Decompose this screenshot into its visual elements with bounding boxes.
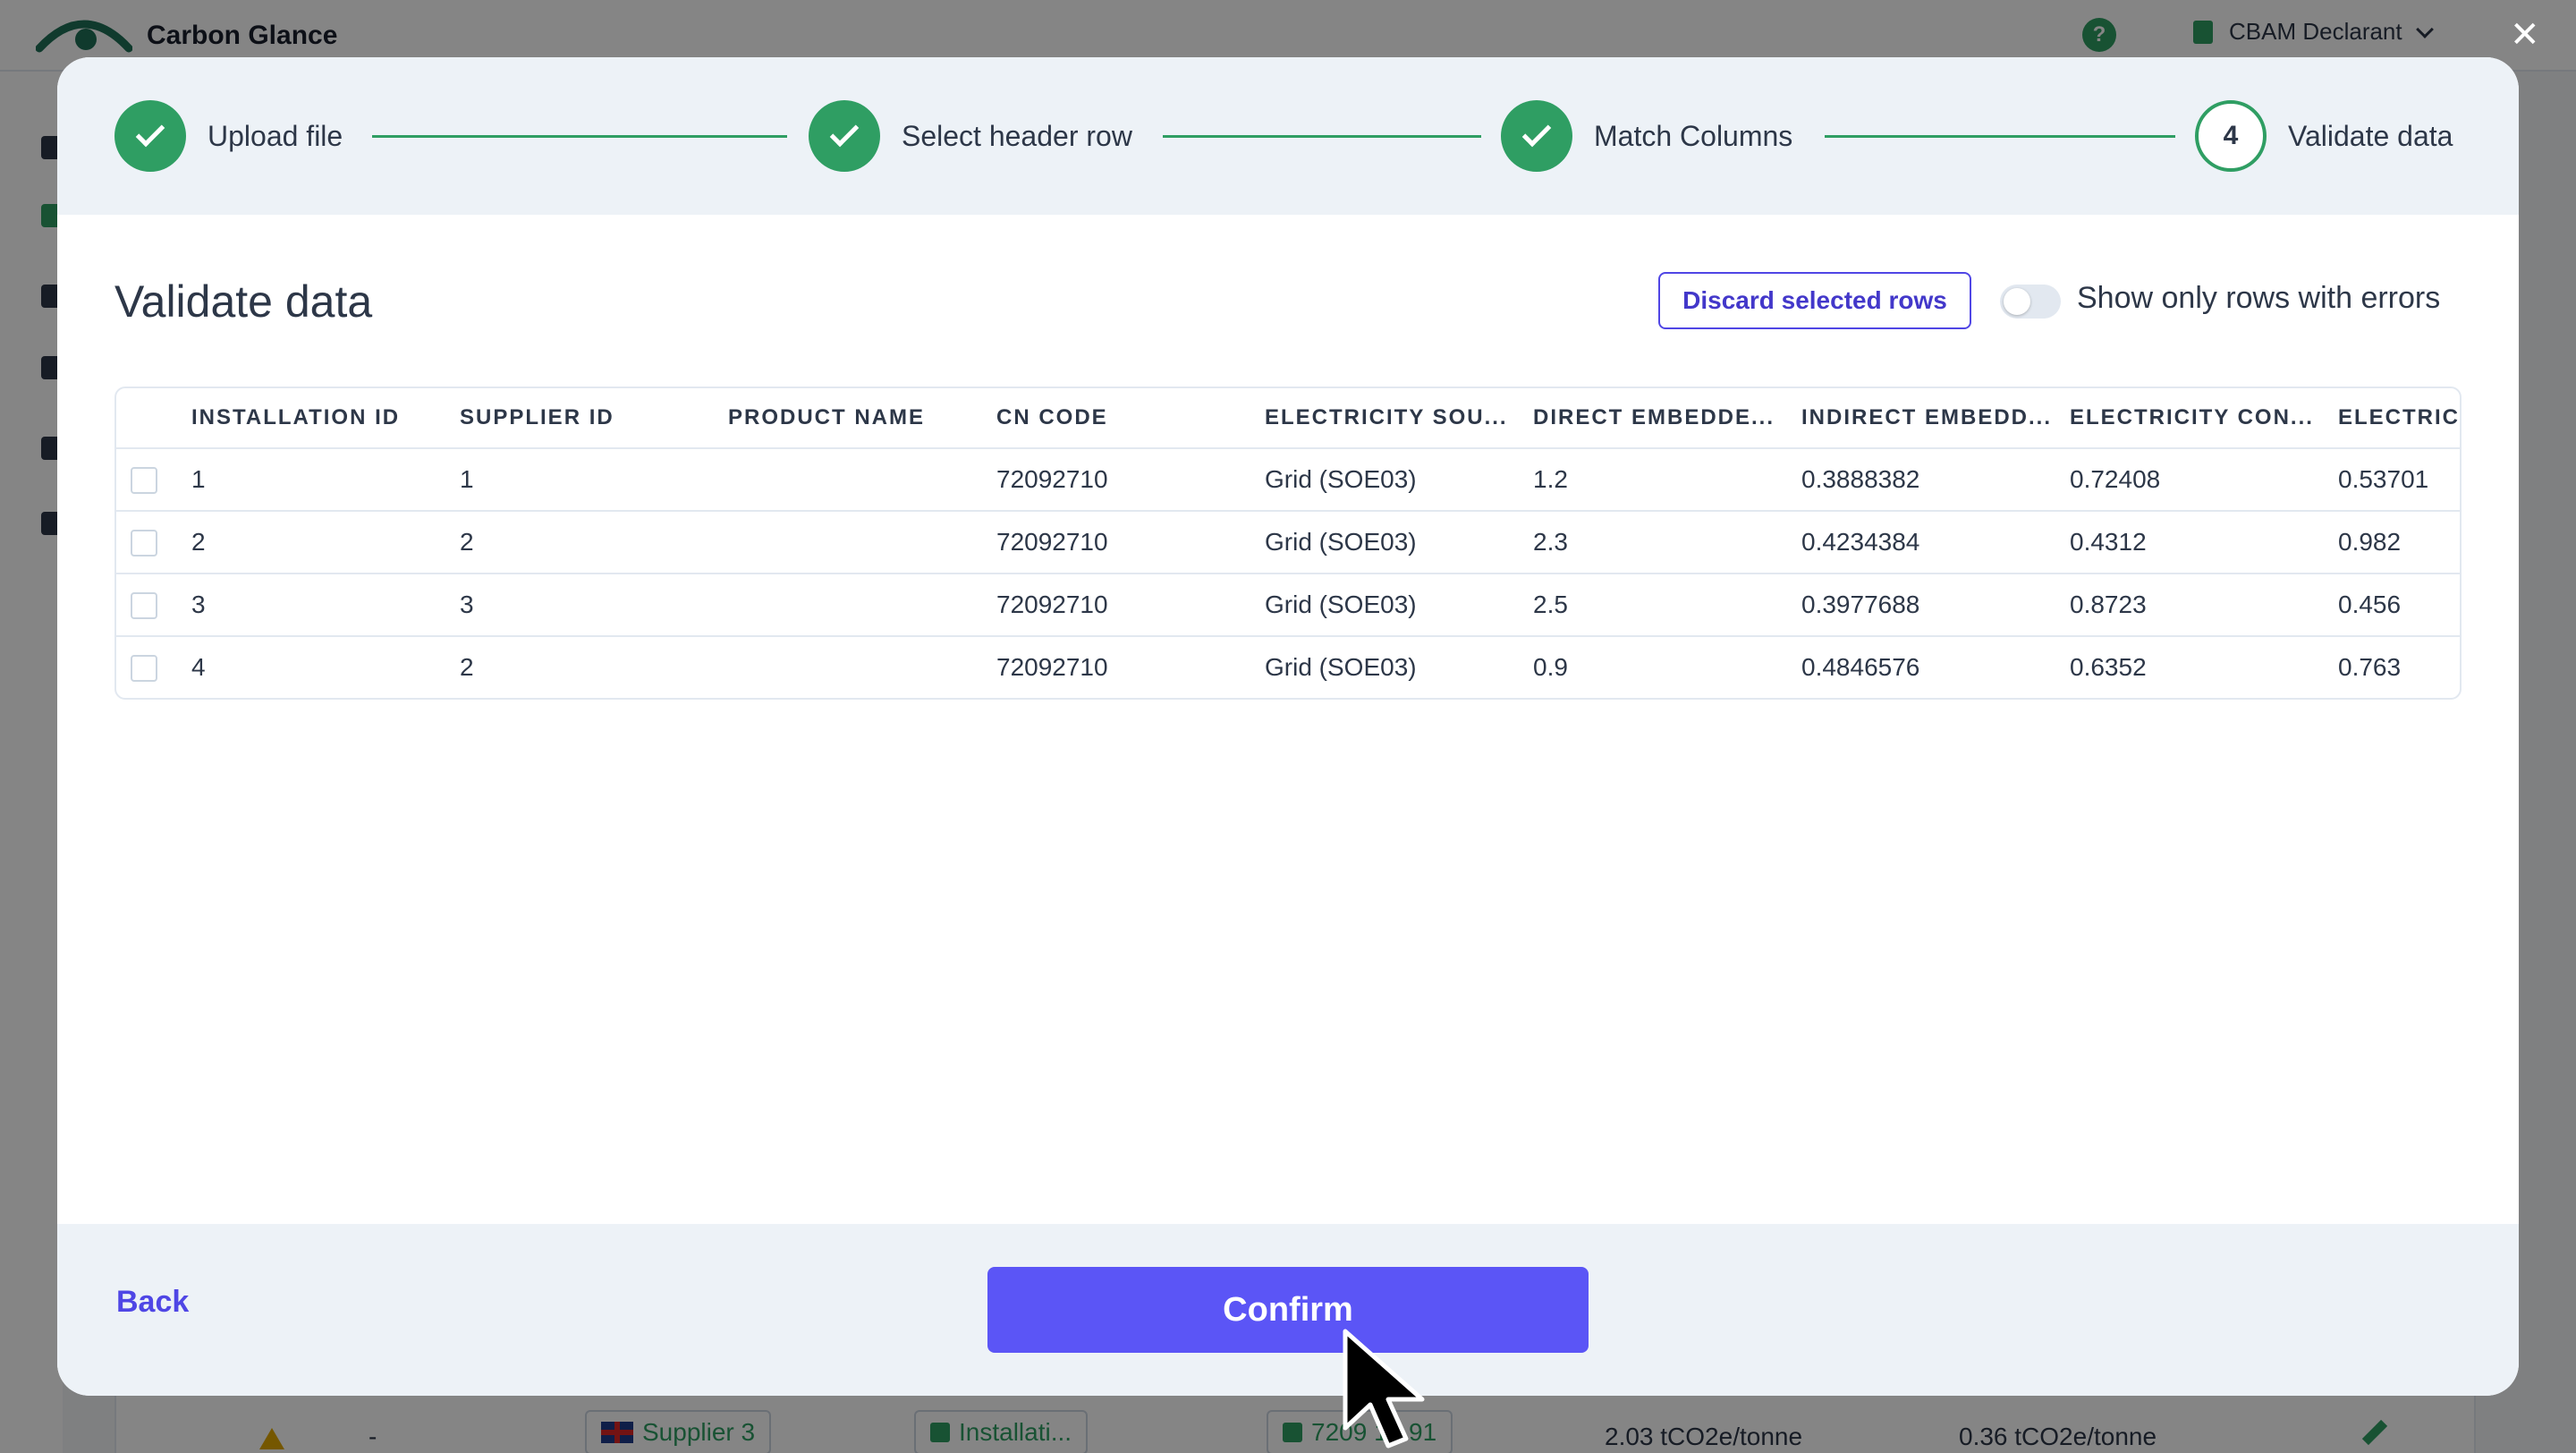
cell-indirect-embedded[interactable]: 0.3977688	[1801, 574, 2061, 635]
cell-electricity[interactable]: 0.982	[2338, 512, 2460, 573]
check-icon	[829, 117, 860, 148]
cell-installation-id[interactable]: 4	[191, 637, 451, 698]
row-checkbox[interactable]	[131, 530, 157, 557]
step-complete-indicator	[114, 100, 186, 172]
cell-indirect-embedded[interactable]: 0.4234384	[1801, 512, 2061, 573]
cell-cn-code[interactable]: 72092710	[996, 512, 1256, 573]
step-upload-file: Upload file	[114, 100, 343, 172]
step-connector	[372, 135, 787, 138]
cell-electricity[interactable]: 0.763	[2338, 637, 2460, 698]
step-validate-data: 4 Validate data	[2195, 100, 2453, 172]
confirm-button[interactable]: Confirm	[987, 1267, 1589, 1353]
step-connector	[1163, 135, 1481, 138]
stepper: Upload file Select header row Match Colu…	[57, 57, 2519, 215]
cell-cn-code[interactable]: 72092710	[996, 449, 1256, 510]
step-number-indicator: 4	[2195, 100, 2267, 172]
cell-installation-id[interactable]: 1	[191, 449, 451, 510]
mouse-cursor-icon	[1343, 1329, 1425, 1449]
cell-product-name[interactable]	[728, 449, 987, 510]
cell-electricity-consumption[interactable]: 0.8723	[2070, 574, 2329, 635]
row-checkbox[interactable]	[131, 655, 157, 682]
cell-electricity-consumption[interactable]: 0.6352	[2070, 637, 2329, 698]
cell-installation-id[interactable]: 2	[191, 512, 451, 573]
cell-electricity-consumption[interactable]: 0.72408	[2070, 449, 2329, 510]
cell-supplier-id[interactable]: 1	[460, 449, 719, 510]
close-icon[interactable]: ✕	[2510, 13, 2540, 57]
row-checkbox[interactable]	[131, 467, 157, 494]
cell-electricity-consumption[interactable]: 0.4312	[2070, 512, 2329, 573]
back-button[interactable]: Back	[116, 1285, 189, 1320]
modal-footer: Back Confirm	[57, 1224, 2519, 1396]
cell-direct-embedded[interactable]: 2.5	[1533, 574, 1792, 635]
errors-only-toggle-label: Show only rows with errors	[2077, 281, 2441, 315]
column-header[interactable]: INDIRECT EMBEDD...	[1801, 388, 2061, 447]
cell-indirect-embedded[interactable]: 0.4846576	[1801, 637, 2061, 698]
cell-electricity[interactable]: 0.456	[2338, 574, 2460, 635]
cell-electricity-source[interactable]: Grid (SOE03)	[1265, 512, 1524, 573]
table-row: 2 2 72092710 Grid (SOE03) 2.3 0.4234384 …	[116, 512, 2460, 574]
step-label: Match Columns	[1594, 119, 1793, 152]
cell-installation-id[interactable]: 3	[191, 574, 451, 635]
step-label: Select header row	[902, 119, 1132, 152]
cell-direct-embedded[interactable]: 2.3	[1533, 512, 1792, 573]
page-title: Validate data	[114, 276, 373, 327]
column-header[interactable]: CN CODE	[996, 388, 1256, 447]
cell-product-name[interactable]	[728, 637, 987, 698]
toggle-knob	[2004, 288, 2030, 315]
check-icon	[135, 117, 165, 148]
table-header-row: INSTALLATION ID SUPPLIER ID PRODUCT NAME…	[116, 388, 2460, 449]
discard-selected-rows-button[interactable]: Discard selected rows	[1658, 272, 1971, 329]
step-select-header-row: Select header row	[809, 100, 1132, 172]
step-complete-indicator	[809, 100, 880, 172]
step-complete-indicator	[1501, 100, 1572, 172]
column-header[interactable]: INSTALLATION ID	[191, 388, 451, 447]
cell-direct-embedded[interactable]: 1.2	[1533, 449, 1792, 510]
column-header[interactable]: ELECTRICITY CON...	[2070, 388, 2329, 447]
cell-electricity-source[interactable]: Grid (SOE03)	[1265, 449, 1524, 510]
table-row: 1 1 72092710 Grid (SOE03) 1.2 0.3888382 …	[116, 449, 2460, 512]
import-modal: Upload file Select header row Match Colu…	[57, 57, 2519, 1396]
cell-electricity-source[interactable]: Grid (SOE03)	[1265, 637, 1524, 698]
step-connector	[1825, 135, 2175, 138]
column-header[interactable]: ELECTRICITY SOU...	[1265, 388, 1524, 447]
errors-only-toggle[interactable]	[2000, 285, 2061, 319]
table-row: 3 3 72092710 Grid (SOE03) 2.5 0.3977688 …	[116, 574, 2460, 637]
cell-cn-code[interactable]: 72092710	[996, 574, 1256, 635]
column-header[interactable]: DIRECT EMBEDDE...	[1533, 388, 1792, 447]
cell-electricity-source[interactable]: Grid (SOE03)	[1265, 574, 1524, 635]
cell-product-name[interactable]	[728, 512, 987, 573]
row-checkbox[interactable]	[131, 592, 157, 619]
data-table: INSTALLATION ID SUPPLIER ID PRODUCT NAME…	[114, 387, 2462, 700]
column-header[interactable]: PRODUCT NAME	[728, 388, 987, 447]
cell-supplier-id[interactable]: 3	[460, 574, 719, 635]
cell-supplier-id[interactable]: 2	[460, 637, 719, 698]
cell-direct-embedded[interactable]: 0.9	[1533, 637, 1792, 698]
cell-product-name[interactable]	[728, 574, 987, 635]
cell-indirect-embedded[interactable]: 0.3888382	[1801, 449, 2061, 510]
check-icon	[1521, 117, 1552, 148]
cell-electricity[interactable]: 0.53701	[2338, 449, 2460, 510]
step-label: Validate data	[2288, 119, 2453, 152]
column-header[interactable]: ELECTRICI	[2338, 388, 2460, 447]
cell-cn-code[interactable]: 72092710	[996, 637, 1256, 698]
step-match-columns: Match Columns	[1501, 100, 1792, 172]
step-label: Upload file	[208, 119, 343, 152]
table-row: 4 2 72092710 Grid (SOE03) 0.9 0.4846576 …	[116, 637, 2460, 698]
cell-supplier-id[interactable]: 2	[460, 512, 719, 573]
column-header[interactable]: SUPPLIER ID	[460, 388, 719, 447]
